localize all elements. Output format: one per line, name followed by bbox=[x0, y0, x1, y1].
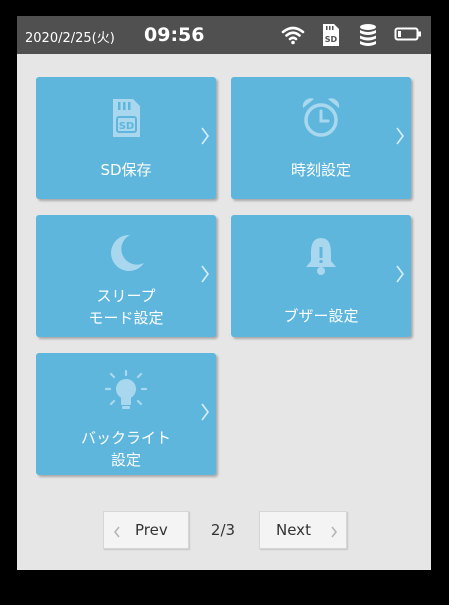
bell-icon bbox=[303, 235, 339, 281]
device-screen: 2020/2/25(火) 09:56 SD SD SD保存 時刻設定 スリープ … bbox=[17, 16, 431, 570]
next-page-button[interactable]: Next bbox=[259, 511, 347, 549]
wifi-icon bbox=[281, 25, 305, 49]
prev-button-label: Prev bbox=[135, 521, 168, 539]
light-bulb-icon bbox=[100, 367, 152, 421]
tile-label: SD保存 bbox=[100, 161, 152, 179]
chevron-right-icon bbox=[395, 264, 405, 288]
chevron-right-icon bbox=[200, 126, 210, 150]
chevron-right-icon bbox=[395, 126, 405, 150]
tile-label: スリープ モード設定 bbox=[88, 287, 164, 327]
status-time: 09:56 bbox=[144, 24, 205, 46]
next-button-label: Next bbox=[276, 521, 311, 539]
moon-icon bbox=[104, 231, 148, 279]
clock-settings-tile[interactable]: 時刻設定 bbox=[231, 77, 411, 199]
sleep-mode-settings-tile[interactable]: スリープ モード設定 bbox=[36, 215, 216, 337]
chevron-right-icon bbox=[330, 524, 338, 542]
buzzer-settings-tile[interactable]: ブザー設定 bbox=[231, 215, 411, 337]
chevron-left-icon bbox=[113, 524, 121, 542]
page-indicator: 2/3 bbox=[210, 521, 236, 539]
tile-label: 時刻設定 bbox=[290, 161, 351, 179]
database-icon bbox=[358, 23, 378, 51]
sd-card-label: SD bbox=[325, 35, 338, 44]
sd-card-icon: SD bbox=[110, 97, 142, 143]
sd-card-icon-label: SD bbox=[119, 121, 135, 132]
alarm-clock-icon bbox=[299, 95, 343, 143]
chevron-right-icon bbox=[200, 264, 210, 288]
prev-page-button[interactable]: Prev bbox=[103, 511, 189, 549]
sd-save-tile[interactable]: SD SD保存 bbox=[36, 77, 216, 199]
backlight-settings-tile[interactable]: バックライト 設定 bbox=[36, 353, 216, 475]
status-date: 2020/2/25(火) bbox=[25, 31, 115, 46]
tile-label: バックライト 設定 bbox=[80, 429, 171, 469]
tile-label: ブザー設定 bbox=[283, 307, 359, 325]
sd-card-icon: SD bbox=[321, 23, 341, 51]
battery-icon bbox=[394, 25, 422, 47]
status-bar: 2020/2/25(火) 09:56 SD bbox=[17, 16, 431, 54]
chevron-right-icon bbox=[200, 402, 210, 426]
